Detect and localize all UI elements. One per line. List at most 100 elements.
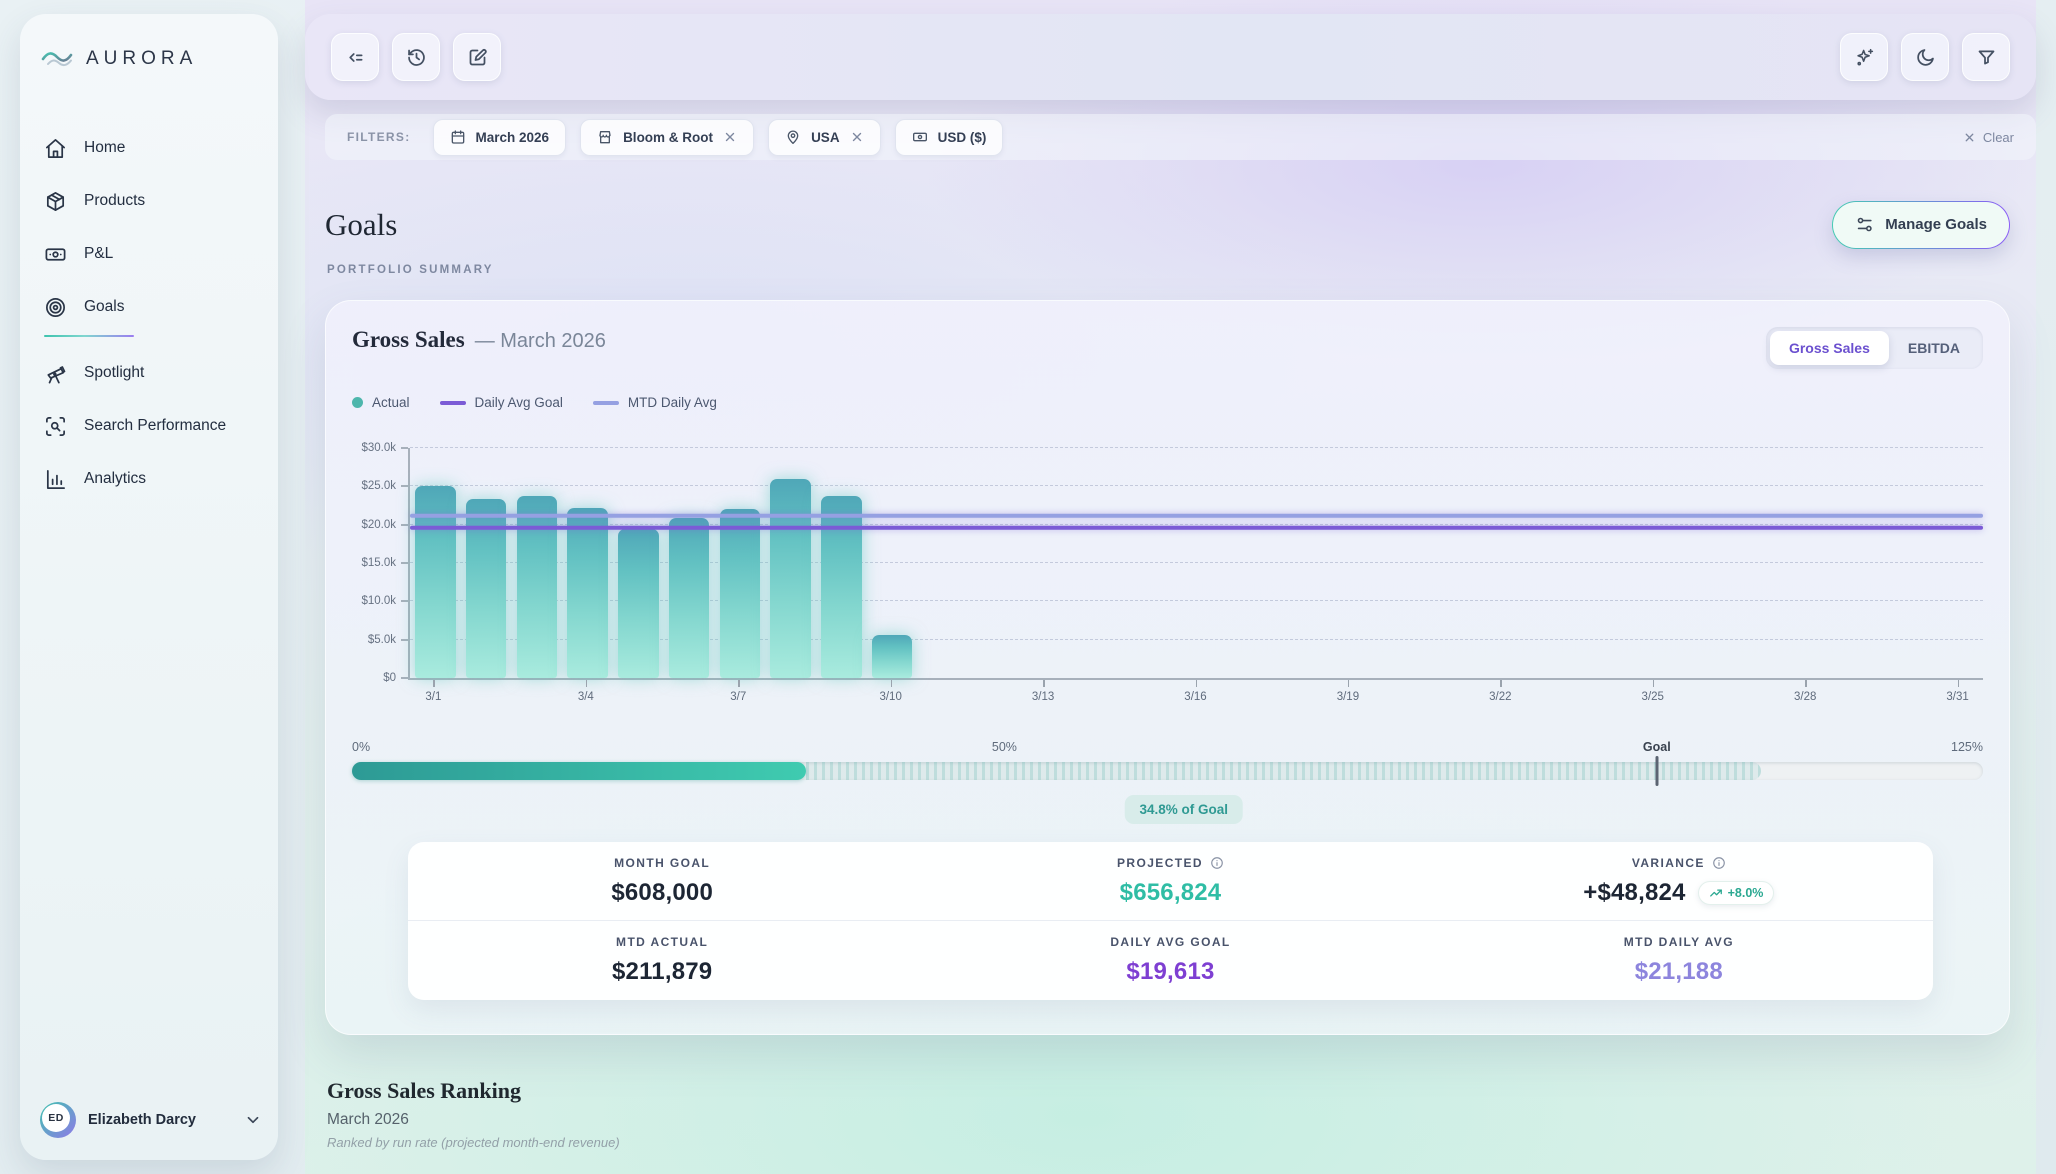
stat-label: DAILY AVG GOAL xyxy=(1110,935,1230,949)
filter-chip-label: Bloom & Root xyxy=(623,130,713,145)
history-icon xyxy=(406,47,427,68)
percent-of-goal-badge: 34.8% of Goal xyxy=(1125,795,1244,824)
stat-label: MONTH GOAL xyxy=(614,856,710,870)
banknote-icon xyxy=(44,243,67,266)
legend-line-daily-avg-goal xyxy=(440,401,466,405)
bar-3/5 xyxy=(618,529,659,679)
bar-3/4 xyxy=(567,508,608,678)
bar-chart-icon xyxy=(44,468,67,491)
stat-variance: VARIANCE +$48,824 +8.0% xyxy=(1425,842,1933,921)
filter-button[interactable] xyxy=(1962,33,2010,81)
filter-chip-month[interactable]: March 2026 xyxy=(433,119,567,156)
stat-label: MTD DAILY AVG xyxy=(1624,935,1734,949)
store-icon xyxy=(597,129,613,145)
actual-progress-fill xyxy=(352,762,806,780)
stat-mtd-actual: MTD ACTUAL $211,879 xyxy=(408,921,916,1000)
sidebar-item-analytics[interactable]: Analytics xyxy=(38,459,260,499)
stat-daily-avg-goal: DAILY AVG GOAL $19,613 xyxy=(916,921,1424,1000)
funnel-icon xyxy=(1976,47,1997,68)
sidebar-item-pnl[interactable]: P&L xyxy=(38,234,260,274)
chevron-down-icon[interactable] xyxy=(244,1111,262,1129)
sidebar-item-goals[interactable]: Goals xyxy=(38,287,260,327)
sidebar-item-search-performance[interactable]: Search Performance xyxy=(38,406,260,446)
stat-mtd-daily-avg: MTD DAILY AVG $21,188 xyxy=(1425,921,1933,1000)
stat-label: MTD ACTUAL xyxy=(616,935,708,949)
sidebar-item-label: Spotlight xyxy=(84,364,144,382)
metric-toggle: Gross Sales EBITDA xyxy=(1766,327,1983,369)
section-label: PORTFOLIO SUMMARY xyxy=(327,264,494,276)
toggle-gross-sales[interactable]: Gross Sales xyxy=(1770,331,1889,365)
bar-3/3 xyxy=(517,496,558,678)
dark-mode-button[interactable] xyxy=(1901,33,1949,81)
target-icon xyxy=(44,296,67,319)
bar-3/10 xyxy=(872,635,913,678)
y-axis: $0$5.0k$10.0k$15.0k$20.0k$25.0k$30.0k xyxy=(352,448,408,678)
sidebar-item-label: Goals xyxy=(84,298,125,316)
sidebar-nav: Home Products P&L Goals Spotlight Search… xyxy=(20,128,278,499)
history-button[interactable] xyxy=(392,33,440,81)
info-icon[interactable] xyxy=(1210,856,1224,870)
chart-legend: Actual Daily Avg Goal MTD Daily Avg xyxy=(352,395,1983,410)
sidebar-item-home[interactable]: Home xyxy=(38,128,260,168)
ranking-title: Gross Sales Ranking xyxy=(327,1078,620,1104)
filter-chip-country[interactable]: USA xyxy=(768,119,881,156)
card-subtitle: — March 2026 xyxy=(475,330,606,353)
remove-filter-icon[interactable] xyxy=(850,130,864,144)
avatar: ED xyxy=(40,1102,76,1138)
ranking-note: Ranked by run rate (projected month-end … xyxy=(327,1135,620,1150)
edit-button[interactable] xyxy=(453,33,501,81)
legend-line-mtd-daily-avg xyxy=(593,401,619,405)
progress-max-label: 125% xyxy=(1951,740,1983,754)
clear-filters-button[interactable]: Clear xyxy=(1963,130,2014,145)
card-title: Gross Sales xyxy=(352,327,465,353)
info-icon[interactable] xyxy=(1712,856,1726,870)
stat-value: $656,824 xyxy=(1120,879,1222,907)
stats-panel: MONTH GOAL $608,000 PROJECTED $656,824 V… xyxy=(408,842,1933,1000)
legend-label: Actual xyxy=(372,395,410,410)
variance-pct: +8.0% xyxy=(1728,886,1764,900)
user-menu[interactable]: ED Elizabeth Darcy xyxy=(40,1102,262,1138)
clear-filters-label: Clear xyxy=(1983,130,2014,145)
bar-3/6 xyxy=(669,518,710,678)
variance-trend-badge: +8.0% xyxy=(1698,881,1775,905)
ranking-section: Gross Sales Ranking March 2026 Ranked by… xyxy=(327,1078,620,1150)
sidebar-item-spotlight[interactable]: Spotlight xyxy=(38,353,260,393)
legend-label: Daily Avg Goal xyxy=(475,395,563,410)
collapse-sidebar-button[interactable] xyxy=(331,33,379,81)
avatar-initials: ED xyxy=(42,1104,70,1132)
remove-filter-icon[interactable] xyxy=(723,130,737,144)
scan-search-icon xyxy=(44,415,67,438)
sidebar-item-label: Analytics xyxy=(84,470,146,488)
progress-badge-row: 34.8% of Goal xyxy=(352,795,1983,825)
stat-value: $19,613 xyxy=(1126,958,1214,986)
sidebar-item-label: P&L xyxy=(84,245,113,263)
sidebar-item-label: Products xyxy=(84,192,145,210)
collapse-sidebar-icon xyxy=(345,47,366,68)
filter-chip-currency[interactable]: USD ($) xyxy=(895,119,1004,156)
projected-range xyxy=(806,762,1761,780)
legend-dot-actual xyxy=(352,397,363,408)
manage-goals-button[interactable]: Manage Goals xyxy=(1832,201,2010,249)
main-content: FILTERS: March 2026 Bloom & Root USA USD… xyxy=(305,0,2036,1174)
stat-projected: PROJECTED $656,824 xyxy=(916,842,1424,921)
aurora-wave-icon xyxy=(40,44,74,74)
filters-bar: FILTERS: March 2026 Bloom & Root USA USD… xyxy=(325,114,2036,160)
filters-label: FILTERS: xyxy=(347,130,411,144)
sidebar-item-label: Home xyxy=(84,139,125,157)
brand-logo: AURORA xyxy=(20,14,278,74)
sidebar-item-products[interactable]: Products xyxy=(38,181,260,221)
package-icon xyxy=(44,190,67,213)
bar-3/9 xyxy=(821,496,862,678)
ai-assistant-button[interactable] xyxy=(1840,33,1888,81)
trending-up-icon xyxy=(1709,886,1723,900)
progress-min-label: 0% xyxy=(352,740,370,754)
toggle-ebitda[interactable]: EBITDA xyxy=(1889,331,1979,365)
goal-progress-bar xyxy=(352,762,1983,780)
legend-item-actual: Actual xyxy=(352,395,410,410)
sparkles-icon xyxy=(1854,47,1875,68)
filter-chip-brand[interactable]: Bloom & Root xyxy=(580,119,754,156)
banknote-icon xyxy=(912,129,928,145)
stat-value: $211,879 xyxy=(612,958,712,986)
close-icon xyxy=(1963,131,1976,144)
legend-item-mtd-daily-avg: MTD Daily Avg xyxy=(593,395,717,410)
